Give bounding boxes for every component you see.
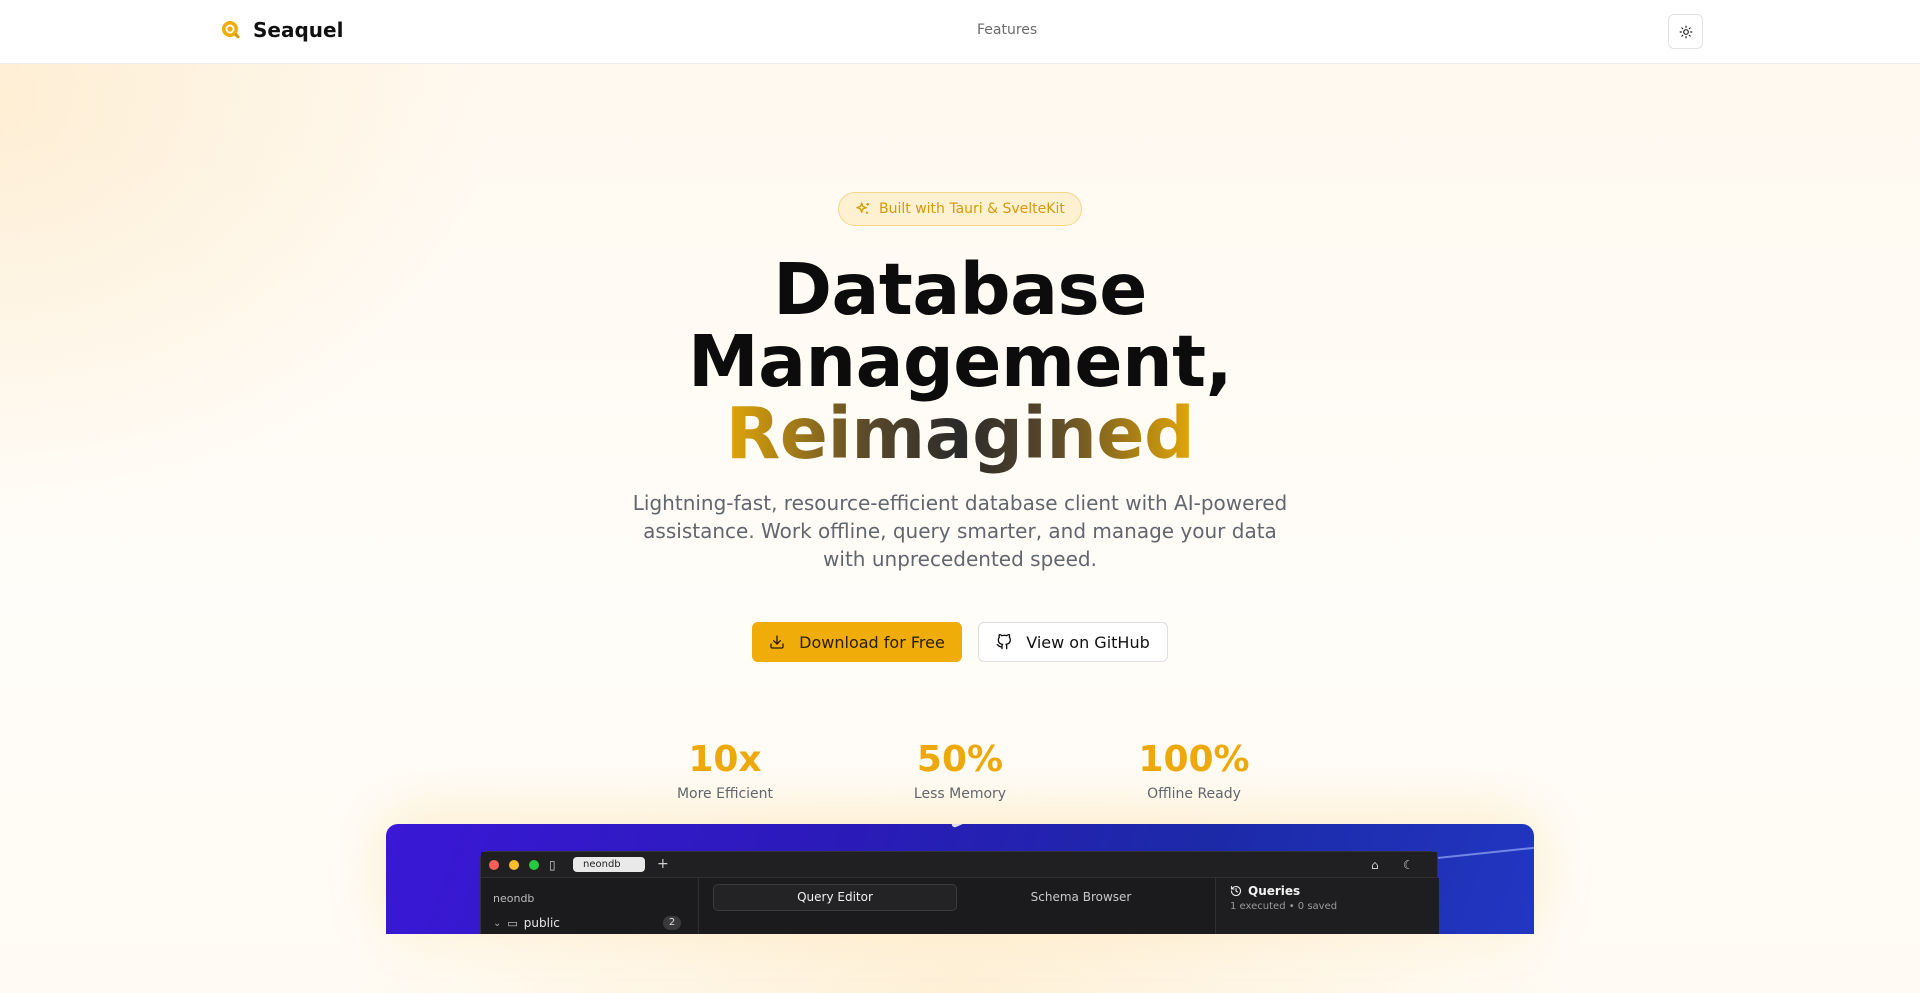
- download-button[interactable]: Download for Free: [752, 622, 962, 662]
- download-button-label: Download for Free: [799, 632, 945, 652]
- stat-label: Less Memory: [913, 786, 1007, 802]
- hero-title: Database Management, Reimagined: [560, 254, 1360, 470]
- stat-efficiency: 10x More Efficient: [625, 739, 825, 803]
- title-line-1: Database: [773, 248, 1147, 331]
- nav-link-features[interactable]: Features: [977, 22, 1037, 38]
- badge-text: Built with Tauri & SvelteKit: [879, 201, 1065, 217]
- hero-subtitle: Lightning-fast, resource-efficient datab…: [632, 491, 1288, 571]
- brand[interactable]: Seaquel: [219, 18, 343, 42]
- sparkles-icon: [856, 202, 869, 214]
- logo-icon: [222, 21, 240, 39]
- sun-icon: [1679, 25, 1692, 38]
- title-line-2: Management,: [687, 320, 1233, 403]
- stat-value: 10x: [688, 739, 762, 780]
- title-accent: Reimagined: [725, 392, 1195, 475]
- stat-label: Offline Ready: [1147, 786, 1241, 802]
- stat-label: More Efficient: [676, 786, 774, 802]
- stat-value: 50%: [916, 739, 1004, 780]
- site-header: Seaquel Features: [0, 0, 1920, 64]
- github-button-label: View on GitHub: [1026, 632, 1150, 652]
- stat-value: 100%: [1138, 739, 1250, 780]
- stat-offline: 100% Offline Ready: [1094, 739, 1294, 803]
- github-button[interactable]: View on GitHub: [978, 622, 1168, 662]
- hero-section: Built with Tauri & SvelteKit Database Ma…: [0, 64, 1920, 993]
- stat-memory: 50% Less Memory: [860, 739, 1060, 803]
- theme-toggle-button[interactable]: [1668, 14, 1703, 49]
- brand-name: Seaquel: [253, 18, 344, 42]
- tech-badge: Built with Tauri & SvelteKit: [838, 192, 1082, 226]
- stats-row: 10x More Efficient 50% Less Memory 100% …: [0, 740, 1920, 820]
- download-icon: [770, 635, 784, 649]
- github-icon: [996, 634, 1012, 650]
